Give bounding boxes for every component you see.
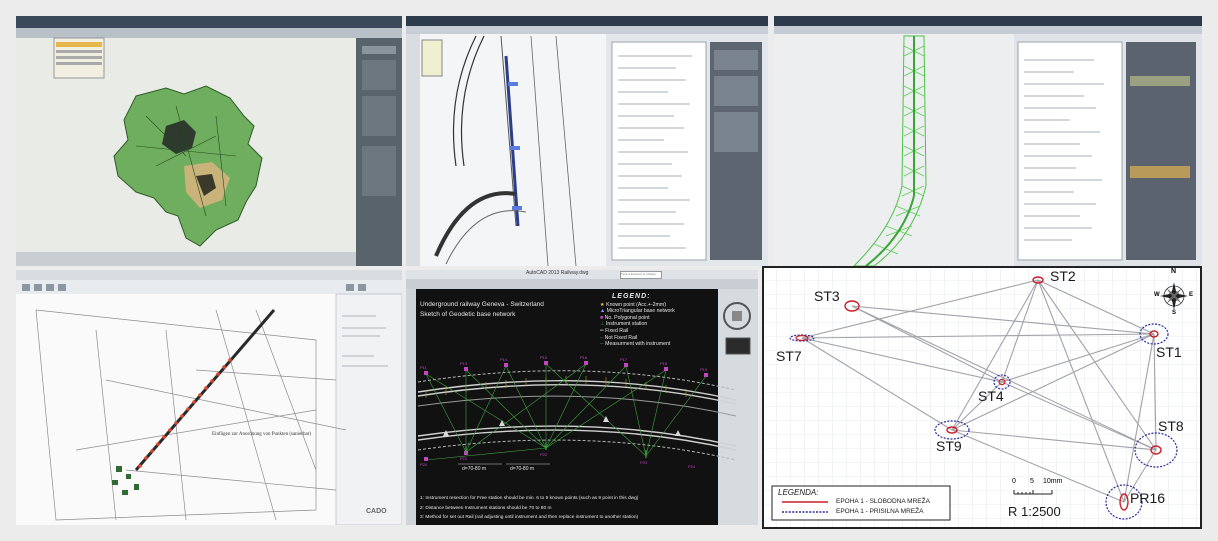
point-label: P18	[660, 361, 668, 366]
triangle-network-icon: ▲	[600, 308, 606, 315]
drawing-title-line1: Underground railway Geneva - Switzerland	[420, 301, 544, 308]
note-line: 2: Distance between Instrument stations …	[420, 505, 552, 511]
compass-east: E	[1189, 292, 1194, 298]
compass-south: S	[1172, 310, 1177, 316]
legend-item: ─ Measurment with instrument	[600, 341, 671, 348]
point-label: P23	[640, 460, 648, 465]
station-label-st2: ST2	[1050, 268, 1076, 284]
gis-map-canvas[interactable]	[16, 16, 402, 266]
polygonal-point-icon: ■	[600, 314, 604, 321]
point-label: P17	[620, 357, 628, 362]
point-label: P13	[460, 361, 468, 366]
instrument-station-icon: ⊥	[600, 321, 605, 328]
panel-setout-points: Einfügen zur Anordnung von Punkten (sani…	[16, 270, 402, 525]
drawing-title: Underground railway Geneva - Switzerland…	[420, 300, 544, 320]
legend-item-dotted: EPOHA 1 - PRISILNA MREŽA	[836, 508, 924, 515]
legend-title: LEGENDA:	[778, 488, 819, 497]
point-label: P15	[540, 355, 548, 360]
station-label-st9: ST9	[936, 438, 962, 454]
brand-mark: CADO	[366, 508, 387, 515]
point-label: P21	[460, 456, 468, 461]
scale-tick-0: 0	[1012, 478, 1016, 485]
point-label: P11	[420, 365, 427, 370]
distance-label: d=70-80 m	[462, 466, 487, 472]
distance-label: d=70-80 m	[510, 466, 535, 472]
setout-canvas[interactable]	[16, 270, 402, 525]
scale-tick-10: 10mm	[1043, 478, 1063, 485]
known-point-icon: ★	[600, 301, 605, 308]
panel-geodetic-network: ST2 ST3 ST7 ST1 ST4 ST8 ST9 PR16 N S E W…	[762, 266, 1202, 529]
panel-3d-wireframe	[774, 16, 1202, 266]
point-label: P20	[420, 462, 428, 467]
compass-north: N	[1171, 268, 1177, 275]
annotation-text: Einfügen zur Anordnung von Punkten (sani…	[212, 432, 312, 437]
note-line: 3: Method for set out Rail (rail adjusti…	[420, 515, 639, 520]
legend-item: ═ Fixed Rail	[600, 327, 629, 334]
station-label-pr16: PR16	[1130, 490, 1166, 506]
legend-item: ■ No. Polygonal point	[600, 314, 650, 321]
panel-autocad-railway: AutoCAD 2013 Railway.dwg Type a keyword …	[406, 270, 758, 525]
note-line: 1: Instrument resection for Free station…	[420, 496, 639, 501]
legend-title: LEGEND:	[612, 293, 651, 300]
station-label-st8: ST8	[1158, 418, 1184, 434]
compass-west: W	[1154, 292, 1160, 298]
point-label: P24	[688, 464, 696, 469]
panel-railway-alignment	[406, 16, 768, 266]
legend-item: ⊥ Instrument station	[600, 321, 648, 328]
legend: LEGEND: ★ Known point (Acc.+-2mm) ▲ Micr…	[600, 293, 716, 348]
legend-item: ★ Known point (Acc.+-2mm)	[600, 301, 666, 308]
legend-item: ▲ MicroTriangular base network	[600, 308, 675, 315]
scale-ratio: R 1:2500	[1008, 504, 1061, 519]
drawing-notes: 1: Instrument resection for Free station…	[420, 494, 716, 523]
legend-item: ┄ Not Fixed Rail	[600, 334, 638, 341]
point-label: P14	[500, 357, 508, 362]
drawing-title-line2: Sketch of Geodetic base network	[420, 311, 516, 318]
station-label-st4: ST4	[978, 388, 1004, 404]
point-label: P16	[580, 355, 588, 360]
not-fixed-rail-icon: ┄	[600, 334, 604, 341]
railway-alignment-canvas[interactable]	[406, 16, 768, 266]
fixed-rail-icon: ═	[600, 327, 604, 334]
station-label-st1: ST1	[1156, 344, 1182, 360]
legend-item-solid: EPOHA 1 - SLOBODNA MREŽA	[836, 498, 930, 505]
measurement-line-icon: ─	[600, 341, 604, 348]
station-label-st3: ST3	[814, 288, 840, 304]
station-label-st7: ST7	[776, 348, 802, 364]
point-label: P22	[540, 452, 548, 457]
panel-gis-map	[16, 16, 402, 266]
scale-tick-5: 5	[1030, 478, 1034, 485]
wireframe-canvas[interactable]	[774, 16, 1202, 266]
point-label: P19	[700, 367, 708, 372]
